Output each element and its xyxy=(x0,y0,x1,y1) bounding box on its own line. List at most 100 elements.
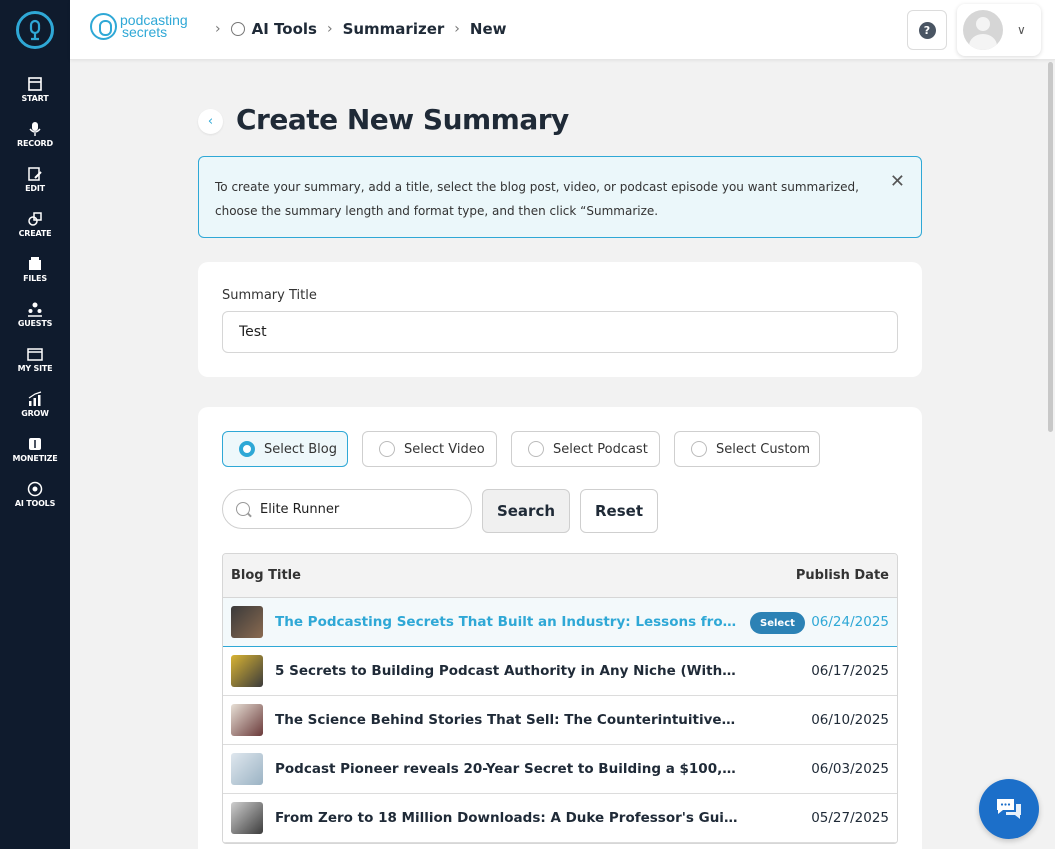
chevron-right-icon: › xyxy=(454,21,460,37)
blog-thumbnail xyxy=(231,655,263,687)
radio-icon xyxy=(239,441,255,457)
blog-thumbnail xyxy=(231,606,263,638)
breadcrumb-summarizer[interactable]: Summarizer xyxy=(343,20,445,38)
blog-title: Podcast Pioneer reveals 20-Year Secret t… xyxy=(275,761,739,777)
radio-icon xyxy=(528,441,544,457)
publish-date: 05/27/2025 xyxy=(811,810,889,826)
blog-title: The Science Behind Stories That Sell: Th… xyxy=(275,712,739,728)
column-header-title: Blog Title xyxy=(231,568,301,583)
table-row[interactable]: The Podcasting Secrets That Built an Ind… xyxy=(223,598,897,647)
breadcrumb-ai-tools[interactable]: AI Tools xyxy=(252,20,317,38)
publish-date: 06/24/2025 xyxy=(811,614,889,630)
blog-title: The Podcasting Secrets That Built an Ind… xyxy=(275,614,739,630)
summary-title-card: Summary Title xyxy=(198,262,922,377)
create-icon xyxy=(28,212,42,226)
sidebar-item-monetize[interactable]: MONETIZE xyxy=(0,436,70,463)
table-row[interactable]: The Science Behind Stories That Sell: Th… xyxy=(223,696,897,745)
microphone-logo-icon xyxy=(29,19,41,41)
sidebar-item-label: FILES xyxy=(23,274,47,283)
radio-icon xyxy=(691,441,707,457)
sidebar-item-edit[interactable]: EDIT xyxy=(0,166,70,193)
sidebar-item-label: MY SITE xyxy=(17,364,53,373)
my-site-icon xyxy=(27,348,43,361)
sidebar-item-label: GUESTS xyxy=(17,319,53,328)
blog-thumbnail xyxy=(231,753,263,785)
column-header-date: Publish Date xyxy=(795,568,889,583)
search-button[interactable]: Search xyxy=(482,489,570,533)
option-select-blog[interactable]: Select Blog xyxy=(222,431,348,467)
sidebar-item-record[interactable]: RECORD xyxy=(0,121,70,148)
option-select-custom[interactable]: Select Custom xyxy=(674,431,820,467)
search-input[interactable] xyxy=(260,501,460,517)
chevron-down-icon: ∨ xyxy=(1017,23,1026,37)
table-header: Blog Title Publish Date xyxy=(223,554,897,598)
user-menu[interactable]: ∨ xyxy=(957,4,1041,56)
sidebar-item-files[interactable]: FILES xyxy=(0,256,70,283)
table-row[interactable]: From Zero to 18 Million Downloads: A Duk… xyxy=(223,794,897,843)
sidebar-item-label: EDIT xyxy=(25,184,45,193)
sidebar-item-label: CREATE xyxy=(18,229,52,238)
page-title: Create New Summary xyxy=(236,103,569,136)
edit-icon xyxy=(28,167,42,181)
publish-date: 06/03/2025 xyxy=(811,761,889,777)
sidebar-item-grow[interactable]: GROW xyxy=(0,391,70,418)
sidebar-item-create[interactable]: CREATE xyxy=(0,211,70,238)
option-label: Select Blog xyxy=(264,441,337,457)
start-icon xyxy=(28,77,42,91)
top-header: podcasting secrets › AI Tools › Summariz… xyxy=(70,0,1055,60)
summary-title-input[interactable] xyxy=(222,311,898,353)
sidebar-item-guests[interactable]: GUESTS xyxy=(0,301,70,328)
podcast-logo-icon xyxy=(90,12,117,40)
sidebar: START RECORD EDIT CREATE FILES GUESTS MY… xyxy=(0,0,70,849)
search-field[interactable] xyxy=(222,489,472,529)
option-label: Select Video xyxy=(404,441,485,457)
brand-name: podcasting secrets xyxy=(120,13,188,39)
app-logo-icon[interactable] xyxy=(16,11,54,49)
option-select-podcast[interactable]: Select Podcast xyxy=(511,431,660,467)
table-row[interactable]: 5 Secrets to Building Podcast Authority … xyxy=(223,647,897,696)
option-select-video[interactable]: Select Video xyxy=(362,431,497,467)
back-button[interactable]: ‹ xyxy=(198,109,223,134)
help-icon: ? xyxy=(918,21,936,39)
radio-icon xyxy=(379,441,395,457)
guests-icon xyxy=(28,302,42,317)
avatar xyxy=(963,10,1003,50)
sidebar-item-label: GROW xyxy=(21,409,49,418)
sidebar-item-start[interactable]: START xyxy=(0,76,70,103)
chat-bubble-icon xyxy=(997,799,1021,819)
breadcrumb-new: New xyxy=(469,20,507,38)
summary-title-label: Summary Title xyxy=(222,288,317,303)
page-scrollbar[interactable] xyxy=(1048,62,1053,432)
info-alert-text: To create your summary, add a title, sel… xyxy=(215,180,859,218)
microphone-icon xyxy=(29,122,41,136)
breadcrumb: › AI Tools › Summarizer › New xyxy=(205,20,506,38)
chat-button[interactable] xyxy=(979,779,1039,839)
select-button[interactable]: Select xyxy=(750,612,805,634)
sidebar-item-label: RECORD xyxy=(17,139,53,148)
blog-title: From Zero to 18 Million Downloads: A Duk… xyxy=(275,810,739,826)
monetize-icon xyxy=(29,438,41,450)
ai-tools-icon xyxy=(230,22,245,36)
blog-thumbnail xyxy=(231,704,263,736)
ai-tools-icon xyxy=(27,481,43,497)
blog-table: Blog Title Publish Date The Podcasting S… xyxy=(222,553,898,844)
help-button[interactable]: ? xyxy=(907,10,947,50)
brand-logo[interactable]: podcasting secrets xyxy=(90,12,188,40)
grow-icon xyxy=(28,391,42,406)
chevron-right-icon: › xyxy=(326,21,333,37)
close-icon[interactable]: ✕ xyxy=(890,171,905,192)
reset-button[interactable]: Reset xyxy=(580,489,658,533)
search-icon xyxy=(236,502,250,516)
sidebar-item-ai-tools[interactable]: AI TOOLS xyxy=(0,481,70,508)
sidebar-item-label: AI TOOLS xyxy=(14,499,56,508)
sidebar-item-my-site[interactable]: MY SITE xyxy=(0,346,70,373)
publish-date: 06/10/2025 xyxy=(811,712,889,728)
chevron-left-icon: ‹ xyxy=(207,114,214,129)
sidebar-item-label: MONETIZE xyxy=(12,454,58,463)
chevron-right-icon: › xyxy=(215,21,221,37)
blog-thumbnail xyxy=(231,802,263,834)
info-alert: To create your summary, add a title, sel… xyxy=(198,156,922,238)
files-icon xyxy=(29,257,41,270)
option-label: Select Custom xyxy=(716,441,811,457)
table-row[interactable]: Podcast Pioneer reveals 20-Year Secret t… xyxy=(223,745,897,794)
